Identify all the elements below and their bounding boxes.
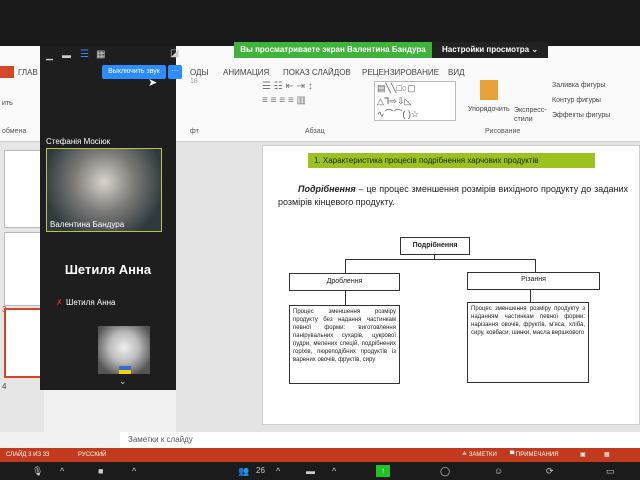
more-options-icon[interactable]: ▭ xyxy=(606,466,615,477)
apps-icon[interactable]: ⟳ xyxy=(546,466,554,477)
video-camera-icon[interactable]: ■ xyxy=(98,466,103,476)
participant-big-name: Шетиля Анна xyxy=(64,262,152,277)
diagram-right-text: Процес зменшення розміру продукту з нада… xyxy=(467,302,589,383)
arrange-icon xyxy=(480,80,498,100)
font-size-field[interactable]: 18 xyxy=(190,78,198,85)
chat-options-icon[interactable]: ^ xyxy=(332,466,336,476)
participant-name: Шетиля Анна xyxy=(66,298,116,307)
diagram-left-text: Процес зменшення розміру продукту без на… xyxy=(289,305,400,384)
gallery-view-icon[interactable]: ▦ xyxy=(96,49,105,60)
status-bar: СЛАЙД 3 ИЗ 33 РУССКИЙ ≙ ЗАМЕТКИ ▀ ПРИМЕЧ… xyxy=(0,448,640,462)
zoom-toolbar xyxy=(0,462,640,480)
notes-field[interactable]: Заметки к слайду xyxy=(120,432,640,448)
tab-view[interactable]: ВИД xyxy=(448,68,465,77)
record-icon[interactable]: ◯ xyxy=(440,466,450,477)
shape-fill-button[interactable]: Заливка фигуры xyxy=(552,82,605,89)
scroll-down-icon[interactable]: ⌄ xyxy=(119,376,127,387)
tab-file[interactable] xyxy=(0,66,14,78)
group-font: фт xyxy=(190,128,199,135)
connector xyxy=(530,290,531,302)
muted-mic-icon: ✗ xyxy=(56,298,63,307)
participants-icon[interactable]: 👥 xyxy=(238,466,249,477)
connector xyxy=(345,259,535,260)
participant-name: Валентина Бандура xyxy=(50,220,125,229)
quick-styles-button[interactable]: Экспресс-стили xyxy=(514,106,548,124)
definition-term: Подрібнення xyxy=(298,184,356,194)
group-clipboard: обмена xyxy=(2,128,27,135)
monitor-bezel xyxy=(0,0,640,46)
participant-count: 26 xyxy=(256,466,265,475)
slide-title: 1. Характеристика процесів подрібнення х… xyxy=(308,153,595,168)
ukraine-flag-icon xyxy=(119,366,131,374)
thumb-number: 4 xyxy=(2,382,7,391)
diagram-left-head: Дроблення xyxy=(289,273,400,291)
tab-slideshow[interactable]: ПОКАЗ СЛАЙДОВ xyxy=(283,68,351,77)
speaker-view-icon[interactable]: ☰ xyxy=(80,49,89,60)
connector xyxy=(345,291,346,305)
microphone-icon[interactable]: 🎙 xyxy=(32,466,43,477)
normal-view-icon[interactable]: ▣ xyxy=(580,448,586,462)
exit-panel-icon[interactable]: ◪ xyxy=(170,48,179,59)
group-paragraph: Абзац xyxy=(305,128,325,135)
participants-options-icon[interactable]: ^ xyxy=(276,466,280,476)
diagram-root: Подрібнення xyxy=(400,237,470,255)
reactions-icon[interactable]: ☺ xyxy=(494,466,503,476)
video-options-icon[interactable]: ^ xyxy=(132,466,136,476)
definition-paragraph: Подрібнення – це процес зменшення розмір… xyxy=(278,183,628,209)
audio-options-icon[interactable]: ^ xyxy=(60,466,64,476)
group-drawing: Рисование xyxy=(485,128,521,135)
view-settings-button[interactable]: Настройки просмотра ⌄ xyxy=(432,42,548,58)
comments-button[interactable]: ▀ ПРИМЕЧАНИЯ xyxy=(510,448,559,462)
thumbnail-view-icon[interactable]: ▬ xyxy=(62,50,71,60)
thumb-number: 3 xyxy=(2,305,7,314)
tab-transitions[interactable]: ОДЫ xyxy=(190,68,209,77)
paragraph-buttons[interactable]: ☰ ☷ ⇤ ⇥ ↕ ≡ ≡ ≡ ≡ ▥ xyxy=(262,80,362,122)
language-indicator[interactable]: РУССКИЙ xyxy=(78,448,106,462)
shape-outline-button[interactable]: Контур фигуры xyxy=(552,97,601,104)
more-button[interactable]: ··· xyxy=(168,65,182,79)
mouse-cursor-icon: ➤ xyxy=(148,77,158,89)
arrange-button[interactable]: Упорядочить xyxy=(468,106,510,113)
connector xyxy=(535,259,536,272)
screen-share-banner: Вы просматриваете экран Валентина Бандур… xyxy=(234,42,432,58)
paste-button[interactable]: ить xyxy=(2,100,13,107)
tab-review[interactable]: РЕЦЕНЗИРОВАНИЕ xyxy=(362,68,439,77)
connector xyxy=(345,259,346,273)
shapes-gallery[interactable]: ▤╲╲□○▢ △ᒣ⇨⇩◺ ∿⌒⌒( )☆ xyxy=(374,81,456,121)
shape-effects-button[interactable]: Эффекты фигуры xyxy=(552,112,610,119)
participant-name: Стефанія Мосіюк xyxy=(46,137,111,146)
share-screen-icon[interactable]: ↑ xyxy=(376,465,390,477)
slide-counter: СЛАЙД 3 ИЗ 33 xyxy=(6,452,50,458)
tab-home[interactable]: ГЛАВ xyxy=(18,68,38,77)
chat-icon[interactable]: ▬ xyxy=(306,466,315,476)
tab-animation[interactable]: АНИМАЦИЯ xyxy=(223,68,269,77)
notes-button[interactable]: ≙ ЗАМЕТКИ xyxy=(462,448,497,462)
diagram-right-head: Різання xyxy=(467,272,600,290)
minimize-icon[interactable]: ▁ xyxy=(46,50,53,61)
sorter-view-icon[interactable]: ▦ xyxy=(604,448,610,462)
